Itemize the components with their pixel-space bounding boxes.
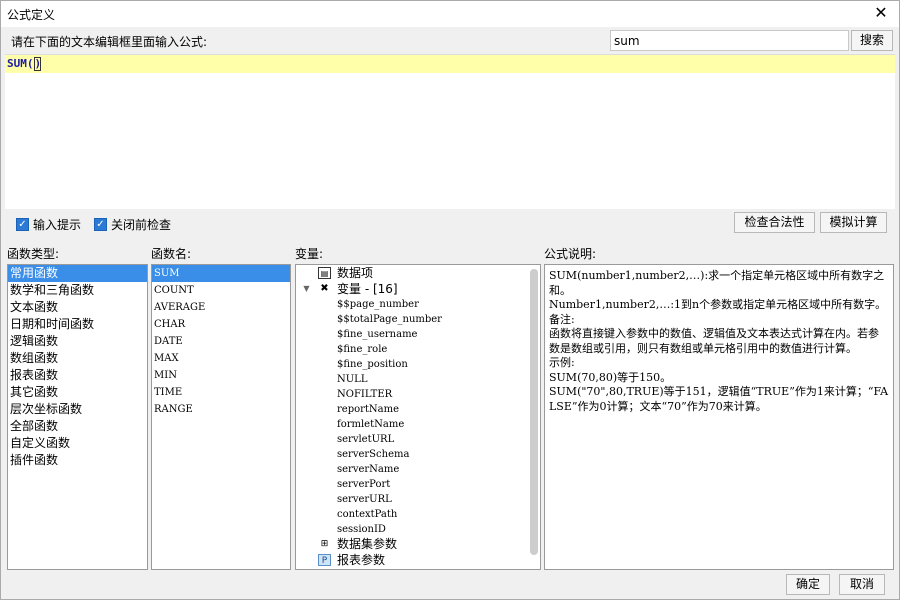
- list-item[interactable]: DATE: [152, 333, 290, 350]
- tree-node-variables[interactable]: 变量 - [16]: [337, 282, 398, 297]
- desc-line: 示例:: [549, 356, 575, 369]
- search-button[interactable]: 搜索: [851, 30, 893, 51]
- tree-node-dataset-params[interactable]: 数据集参数: [337, 537, 397, 552]
- list-item[interactable]: SUM: [152, 265, 290, 282]
- list-item[interactable]: 插件函数: [8, 452, 147, 469]
- tree-leaf[interactable]: serverName: [337, 462, 399, 477]
- desc-line: SUM("70",80,TRUE)等于151，逻辑值“TRUE”作为1来计算；“…: [549, 385, 889, 413]
- formula-dialog: 公式定义 ✕ 请在下面的文本编辑框里面输入公式: 搜索 SUM() ✓ 输入提示…: [0, 0, 900, 600]
- tree-leaf[interactable]: $fine_position: [337, 357, 408, 372]
- tree-leaf[interactable]: $$page_number: [337, 297, 419, 312]
- function-search-input[interactable]: [610, 30, 849, 51]
- formula-line[interactable]: SUM(): [5, 55, 895, 73]
- desc-line: 函数将直接键入参数中的数值、逻辑值及文本表达式计算在内。若参数是数组或引用，则只…: [549, 327, 879, 355]
- list-item[interactable]: 日期和时间函数: [8, 316, 147, 333]
- list-item[interactable]: TIME: [152, 384, 290, 401]
- tree-leaf[interactable]: formletName: [337, 417, 404, 432]
- input-hint-option[interactable]: ✓ 输入提示: [16, 216, 81, 233]
- tree-leaf[interactable]: $fine_role: [337, 342, 387, 357]
- input-hint-label: 输入提示: [33, 218, 82, 232]
- tree-leaf[interactable]: NULL: [337, 372, 367, 387]
- function-name-list[interactable]: SUM COUNT AVERAGE CHAR DATE MAX MIN TIME…: [151, 264, 291, 570]
- caret-paren: ): [33, 57, 42, 71]
- dataset-params-icon: ⊞: [320, 539, 329, 549]
- tree-leaf[interactable]: serverPort: [337, 477, 390, 492]
- function-type-label: 函数类型:: [7, 247, 60, 261]
- tree-leaf[interactable]: $$totalPage_number: [337, 312, 442, 327]
- tree-leaf[interactable]: contextPath: [337, 507, 397, 522]
- list-item[interactable]: 层次坐标函数: [8, 401, 147, 418]
- ok-button[interactable]: 确定: [786, 574, 830, 595]
- desc-line: 备注:: [549, 312, 575, 326]
- description-label: 公式说明:: [544, 247, 597, 261]
- formula-editor[interactable]: SUM(): [5, 54, 895, 209]
- scrollbar-thumb[interactable]: [530, 269, 538, 555]
- list-item[interactable]: RANGE: [152, 401, 290, 418]
- tree-leaf[interactable]: reportName: [337, 402, 399, 417]
- check-validity-button[interactable]: 检查合法性: [734, 212, 815, 233]
- close-button[interactable]: ✕: [871, 3, 891, 23]
- check-before-close-option[interactable]: ✓ 关闭前检查: [94, 216, 171, 233]
- tree-node-data-items[interactable]: 数据项: [337, 266, 373, 281]
- input-hint-checkbox[interactable]: ✓: [16, 218, 29, 231]
- list-item[interactable]: 报表函数: [8, 367, 147, 384]
- tree-leaf[interactable]: sessionID: [337, 522, 386, 537]
- check-before-close-label: 关闭前检查: [111, 218, 172, 232]
- report-params-icon: P: [318, 554, 331, 566]
- desc-line: Number1,number2,…:1到n个参数或指定单元格区域中所有数字。: [549, 298, 887, 311]
- list-item[interactable]: MIN: [152, 367, 290, 384]
- variable-group-icon: ✖: [320, 283, 329, 294]
- list-item[interactable]: CHAR: [152, 316, 290, 333]
- list-item[interactable]: COUNT: [152, 282, 290, 299]
- list-item[interactable]: 自定义函数: [8, 435, 147, 452]
- desc-line: SUM(70,80)等于150。: [549, 370, 672, 384]
- data-items-icon: ▤: [318, 267, 331, 279]
- list-item[interactable]: 数组函数: [8, 350, 147, 367]
- check-before-close-checkbox[interactable]: ✓: [94, 218, 107, 231]
- list-item[interactable]: AVERAGE: [152, 299, 290, 316]
- tree-leaf[interactable]: serverSchema: [337, 447, 409, 462]
- tree-node-report-params[interactable]: 报表参数: [337, 553, 385, 568]
- variables-label: 变量:: [295, 247, 324, 261]
- prompt-label: 请在下面的文本编辑框里面输入公式:: [11, 35, 208, 49]
- cancel-button[interactable]: 取消: [839, 574, 885, 595]
- formula-text: SUM(: [7, 57, 34, 70]
- expand-arrow-icon[interactable]: ▼: [300, 283, 313, 295]
- tree-leaf[interactable]: serverURL: [337, 492, 392, 507]
- tree-leaf[interactable]: NOFILTER: [337, 387, 392, 402]
- variables-tree[interactable]: ▤ 数据项 ▼ ✖ 变量 - [16] $$page_number $$tota…: [295, 264, 541, 570]
- list-item[interactable]: 逻辑函数: [8, 333, 147, 350]
- list-item[interactable]: 数学和三角函数: [8, 282, 147, 299]
- list-item[interactable]: 全部函数: [8, 418, 147, 435]
- function-type-list[interactable]: 常用函数 数学和三角函数 文本函数 日期和时间函数 逻辑函数 数组函数 报表函数…: [7, 264, 148, 570]
- simulate-button[interactable]: 模拟计算: [820, 212, 887, 233]
- function-name-label: 函数名:: [151, 247, 192, 261]
- tree-leaf[interactable]: servletURL: [337, 432, 394, 447]
- list-item[interactable]: MAX: [152, 350, 290, 367]
- list-item[interactable]: 文本函数: [8, 299, 147, 316]
- tree-leaf[interactable]: $fine_username: [337, 327, 417, 342]
- list-item[interactable]: 常用函数: [8, 265, 147, 282]
- formula-description: SUM(number1,number2,…):求一个指定单元格区域中所有数字之和…: [544, 264, 894, 570]
- title-bar: 公式定义 ✕: [1, 1, 899, 27]
- dialog-title: 公式定义: [7, 8, 56, 22]
- list-item[interactable]: 其它函数: [8, 384, 147, 401]
- desc-line: SUM(number1,number2,…):求一个指定单元格区域中所有数字之和…: [549, 269, 885, 297]
- variables-scrollbar[interactable]: [530, 269, 538, 555]
